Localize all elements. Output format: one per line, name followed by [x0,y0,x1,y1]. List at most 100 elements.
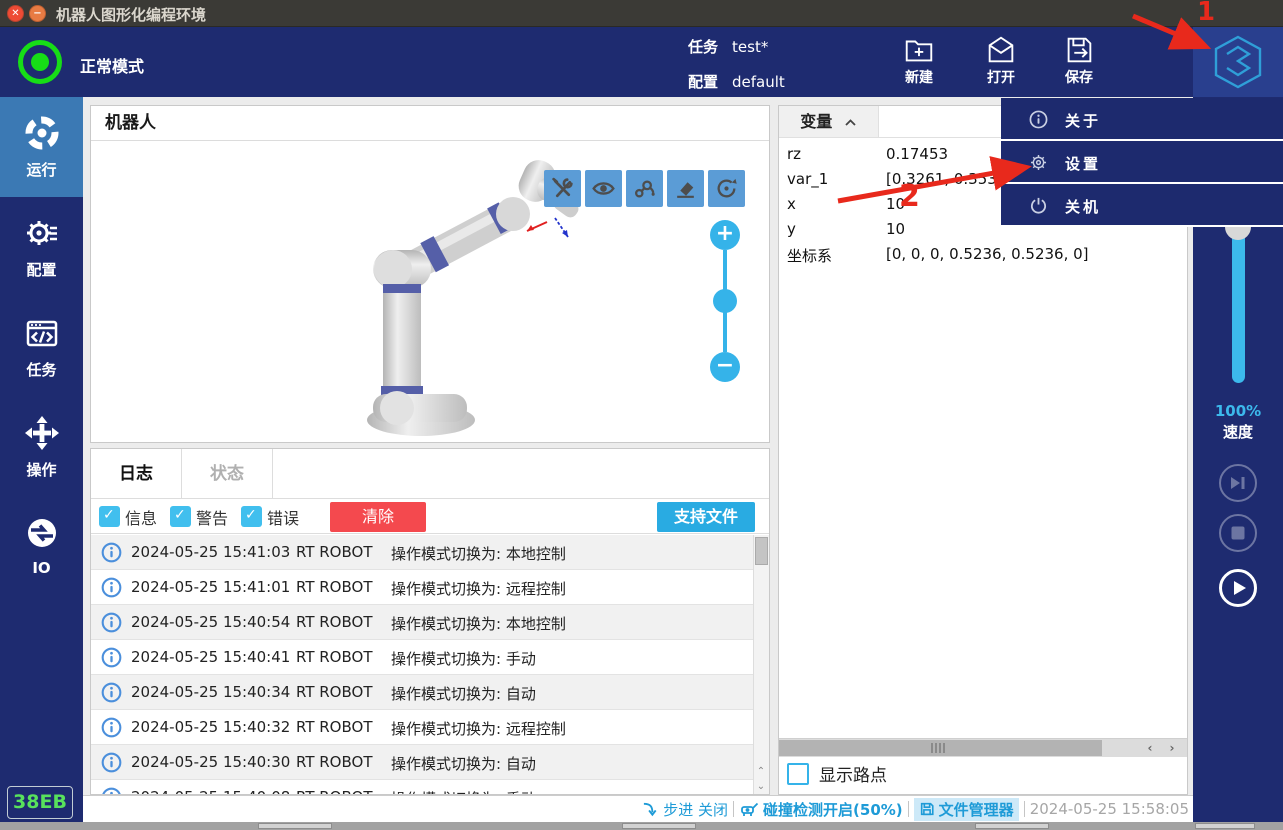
robot-panel: 机器人 [90,105,770,443]
variable-value: 10 [886,195,905,213]
variables-header-cell[interactable]: 变量 [779,106,879,137]
show-waypoints-checkbox[interactable] [787,763,809,785]
log-source: RT ROBOT [296,648,373,666]
play-button[interactable] [1219,569,1257,607]
support-files-button[interactable]: 支持文件 [657,502,755,532]
sidebar-item-io[interactable]: IO [0,497,83,597]
info-icon [101,787,122,794]
mode-label: 正常模式 [80,53,144,77]
filter-warn-checkbox[interactable] [170,506,191,527]
hscrollbar-thumb[interactable] [779,740,1102,756]
collision-detection-toggle[interactable]: 碰撞检测开启(50%) [739,799,903,820]
variable-value: 0.17453 [886,145,948,163]
log-row[interactable]: 2024-05-25 15:41:01 RT ROBOT 操作模式切换为: 远程… [91,570,753,605]
status-bar: 步进 关闭 碰撞检测开启(50%) 文件管理器 2024-05-25 15:58… [83,795,1193,822]
filter-info-label: 信息 [125,505,157,529]
sidebar-item-config[interactable]: 配置 [0,197,83,297]
variables-hscrollbar[interactable]: ‹ › [779,738,1187,757]
stop-icon [1232,527,1245,540]
zoom-in-button[interactable]: + [710,220,740,250]
open-button[interactable]: 打开 [968,31,1034,93]
background-window-tab [622,823,696,829]
window-minimize-button[interactable]: − [29,5,46,22]
variable-row[interactable]: 坐标系 [0, 0, 0, 0.5236, 0.5236, 0] [779,242,1187,267]
log-row[interactable]: 2024-05-25 15:41:03 RT ROBOT 操作模式切换为: 本地… [91,535,753,570]
scroll-down-button[interactable]: ⌄ [754,780,768,794]
log-row[interactable]: 2024-05-25 15:40:08 RT ROBOT 操作模式切换为: 手动 [91,780,753,794]
zoom-out-button[interactable]: − [710,352,740,382]
variable-name: rz [787,145,801,163]
clear-log-button[interactable]: 清除 [330,502,426,532]
view-path-button[interactable] [626,170,663,207]
stop-button[interactable] [1219,514,1257,552]
file-manager-label: 文件管理器 [939,799,1014,820]
view-tools-button[interactable] [544,170,581,207]
app-logo-button[interactable] [1193,27,1283,97]
sidebar-item-operate[interactable]: 操作 [0,397,83,497]
log-time: 2024-05-25 15:40:30 [131,753,290,771]
sidebar: 运行 配置 任务 操作 [0,97,83,822]
app-logo-icon [1212,34,1264,90]
menu-item-about[interactable]: 关于 [1001,98,1283,141]
speed-slider-track [1232,225,1245,383]
scroll-right-button[interactable]: › [1163,740,1181,756]
view-erase-button[interactable] [667,170,704,207]
log-time: 2024-05-25 15:40:08 [131,788,290,794]
divider [733,801,734,817]
log-row[interactable]: 2024-05-25 15:40:30 RT ROBOT 操作模式切换为: 自动 [91,745,753,780]
scroll-up-button[interactable]: ⌃ [754,765,768,779]
step-arrow-icon [642,801,659,818]
log-source: RT ROBOT [296,788,373,794]
file-manager-button[interactable]: 文件管理器 [914,798,1019,821]
sidebar-item-label: 任务 [0,359,83,380]
scroll-left-button[interactable]: ‹ [1141,740,1159,756]
save-button-label: 保存 [1046,67,1112,87]
collision-robot-icon [739,800,759,818]
variable-name: y [787,220,796,238]
log-row[interactable]: 2024-05-25 15:40:41 RT ROBOT 操作模式切换为: 手动 [91,640,753,675]
log-source: RT ROBOT [296,683,373,701]
log-list: 2024-05-25 15:41:03 RT ROBOT 操作模式切换为: 本地… [91,535,753,794]
info-icon [101,682,122,707]
power-icon [1029,196,1048,219]
info-icon [101,577,122,602]
sidebar-item-run[interactable]: 运行 [0,97,83,197]
filter-error-checkbox[interactable] [241,506,262,527]
sidebar-item-task[interactable]: 任务 [0,297,83,397]
filter-info-checkbox[interactable] [99,506,120,527]
window-close-button[interactable]: ✕ [7,5,24,22]
log-row[interactable]: 2024-05-25 15:40:32 RT ROBOT 操作模式切换为: 远程… [91,710,753,745]
rotate-reset-icon [714,176,739,201]
config-label: 配置 [688,73,718,91]
status-badge: 38EB [7,786,73,819]
menu-item-shutdown[interactable]: 关机 [1001,184,1283,227]
floppy-icon [919,801,935,817]
log-row[interactable]: 2024-05-25 15:40:54 RT ROBOT 操作模式切换为: 本地… [91,605,753,640]
window-title: 机器人图形化编程环境 [56,4,206,25]
view-visibility-button[interactable] [585,170,622,207]
collision-detection-label: 碰撞检测开启(50%) [763,799,903,820]
log-source: RT ROBOT [296,753,373,771]
move-arrows-icon [22,413,62,453]
log-source: RT ROBOT [296,718,373,736]
robot-3d-viewport[interactable]: + − [91,142,769,442]
step-mode-toggle[interactable]: 步进 关闭 [642,799,728,820]
tab-log[interactable]: 日志 [91,449,182,498]
log-scrollbar-thumb[interactable] [755,537,768,565]
log-source: RT ROBOT [296,578,373,596]
tab-status[interactable]: 状态 [182,449,273,498]
divider [908,801,909,817]
log-scrollbar[interactable]: ⌃ ⌄ [753,535,769,794]
app-window: ✕ − 机器人图形化编程环境 正常模式 任务test* 配置default 新建… [0,0,1283,830]
eye-icon [591,176,616,201]
new-button[interactable]: 新建 [886,31,952,93]
menu-item-settings[interactable]: 设置 [1001,141,1283,184]
sidebar-item-label: IO [0,559,83,577]
step-forward-button[interactable] [1219,464,1257,502]
save-button[interactable]: 保存 [1046,31,1112,93]
log-row[interactable]: 2024-05-25 15:40:34 RT ROBOT 操作模式切换为: 自动 [91,675,753,710]
zoom-slider-knob[interactable] [713,289,737,313]
menu-item-label: 设置 [1065,153,1101,174]
log-time: 2024-05-25 15:40:41 [131,648,290,666]
view-reset-button[interactable] [708,170,745,207]
